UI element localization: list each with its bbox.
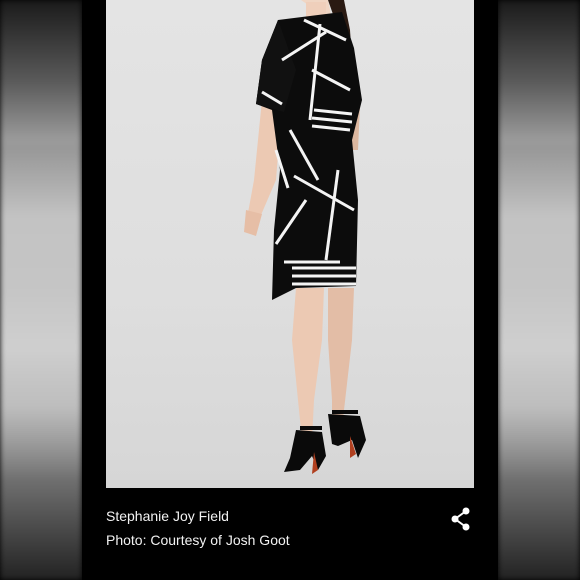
blurred-backdrop-right xyxy=(498,0,580,580)
share-button[interactable] xyxy=(448,506,474,532)
model-illustration xyxy=(244,0,366,474)
media-viewer: Stephanie Joy Field Photo: Courtesy of J… xyxy=(82,0,498,580)
share-icon xyxy=(451,507,470,531)
photo-caption-credit: Photo: Courtesy of Josh Goot xyxy=(106,532,290,548)
blurred-backdrop-left xyxy=(0,0,82,580)
photo-caption-name: Stephanie Joy Field xyxy=(106,508,229,524)
fashion-photo[interactable] xyxy=(106,0,474,488)
